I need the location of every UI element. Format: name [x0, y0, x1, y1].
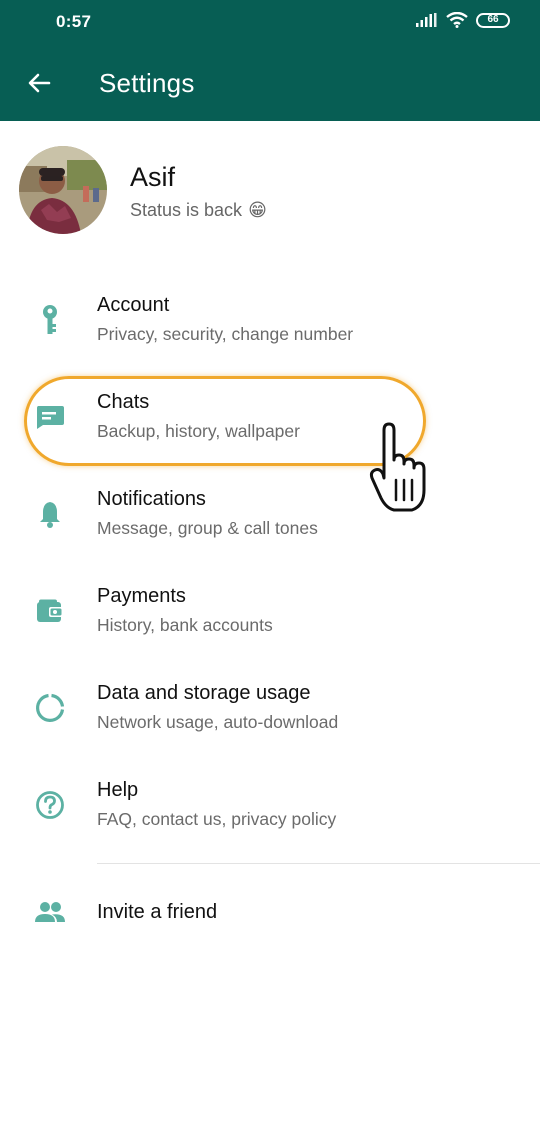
menu-item-notifications[interactable]: Notifications Message, group & call tone… [0, 456, 540, 553]
menu-item-chats-subtitle: Backup, history, wallpaper [97, 421, 300, 441]
help-icon [30, 785, 70, 825]
arrow-back-icon [28, 73, 51, 93]
grin-emoji-icon: 😁 [248, 200, 267, 220]
menu-item-help-subtitle: FAQ, contact us, privacy policy [97, 809, 337, 829]
menu-item-payments-title: Payments [97, 585, 186, 607]
wifi-icon [446, 12, 468, 28]
bell-icon [30, 494, 70, 534]
profile-name: Asif [130, 162, 176, 192]
menu-item-chats-title: Chats [97, 391, 150, 413]
menu-item-notifications-title: Notifications [97, 488, 206, 510]
page-title: Settings [99, 68, 195, 98]
people-icon [30, 892, 70, 932]
profile-status: Status is back 😁 [130, 200, 267, 221]
menu-item-payments-subtitle: History, bank accounts [97, 615, 273, 635]
key-icon [30, 300, 70, 340]
menu-item-account-title: Account [97, 294, 170, 316]
avatar-photo [19, 146, 107, 234]
menu-item-notifications-subtitle: Message, group & call tones [97, 518, 318, 538]
app-bar: Settings [0, 44, 540, 121]
back-button[interactable] [24, 68, 54, 98]
menu-item-help[interactable]: Help FAQ, contact us, privacy policy [0, 747, 540, 844]
signal-icon [416, 13, 437, 27]
menu-item-help-title: Help [97, 779, 139, 801]
menu-item-data-storage[interactable]: Data and storage usage Network usage, au… [0, 650, 540, 747]
profile-row[interactable]: Asif Status is back 😁 [0, 140, 540, 240]
settings-menu: Account Privacy, security, change number… [0, 262, 540, 844]
status-bar: 0:57 66 [0, 0, 540, 44]
menu-item-account-subtitle: Privacy, security, change number [97, 324, 354, 344]
data-usage-icon [30, 688, 70, 728]
menu-item-data-storage-title: Data and storage usage [97, 682, 311, 704]
wallet-icon [30, 591, 70, 631]
battery-icon: 66 [476, 12, 510, 28]
menu-item-invite-friend-title: Invite a friend [97, 901, 218, 923]
menu-item-payments[interactable]: Payments History, bank accounts [0, 553, 540, 650]
avatar[interactable] [19, 146, 107, 234]
status-time: 0:57 [56, 12, 92, 31]
divider [97, 863, 540, 864]
battery-level: 66 [487, 14, 499, 25]
chat-icon [30, 397, 70, 437]
menu-item-invite-friend[interactable]: Invite a friend [0, 880, 540, 944]
menu-item-account[interactable]: Account Privacy, security, change number [0, 262, 540, 359]
menu-item-chats[interactable]: Chats Backup, history, wallpaper [0, 359, 540, 456]
status-icons: 66 [416, 12, 510, 28]
menu-item-data-storage-subtitle: Network usage, auto-download [97, 712, 339, 732]
profile-status-text: Status is back [130, 200, 243, 220]
